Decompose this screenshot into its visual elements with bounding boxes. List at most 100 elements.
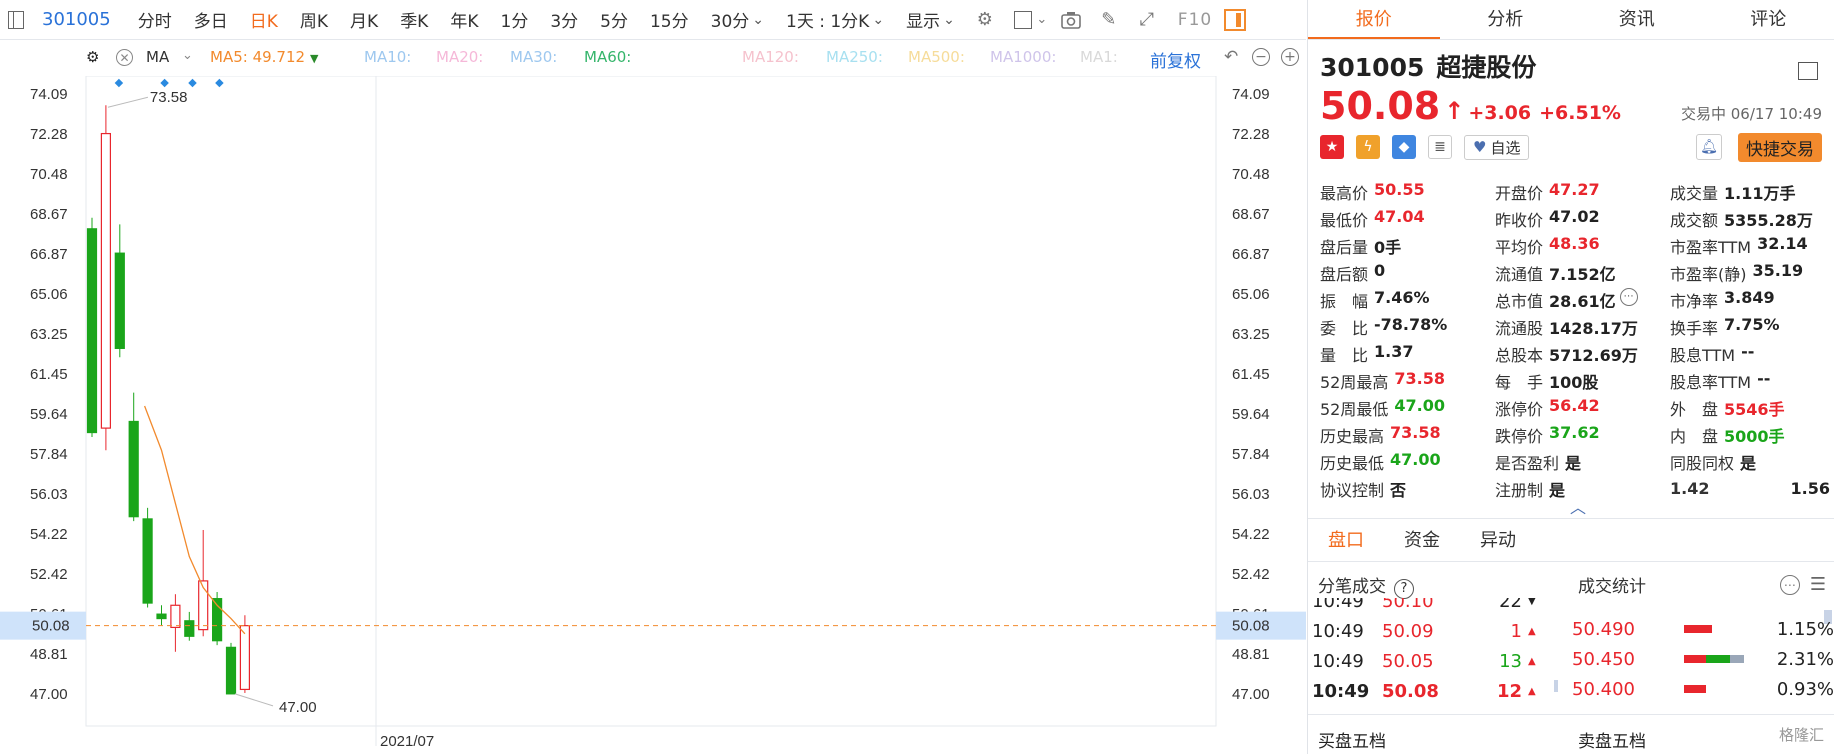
period-dropdown-30min[interactable]: 30分 <box>711 7 764 32</box>
period-tab-1min[interactable]: 1分 <box>501 7 529 32</box>
period-tab-weekly[interactable]: 周K <box>300 7 328 32</box>
settings-icon[interactable]: ⚙ <box>974 9 996 31</box>
stats-actions: ⋯ ☰ <box>1779 574 1826 595</box>
y-tick-label-right: 66.87 <box>1232 246 1270 263</box>
quote-stats-row: 最高价 50.55 开盘价 47.27 成交量 1.11万手 <box>1320 178 1830 205</box>
zoom-in-icon[interactable]: + <box>1281 48 1299 66</box>
period-tab-15min[interactable]: 15分 <box>650 7 689 32</box>
period-tab-multiday[interactable]: 多日 <box>194 7 228 32</box>
add-watchlist-button[interactable]: ♥ 自选 <box>1464 134 1530 160</box>
trade-stats-list[interactable]: 50.490 1.15% 50.450 2.31% 50.400 0.93% 50.390 0… <box>1572 598 1834 710</box>
trade-stat-row: 50.390 0.94% <box>1572 704 1834 711</box>
quote-stat-label: 52周最高 <box>1320 372 1389 392</box>
candle-down <box>142 518 153 604</box>
period-tab-5min[interactable]: 5分 <box>600 7 628 32</box>
quote-stat-value: 100股 <box>1549 372 1599 392</box>
period-tab-intraday[interactable]: 分时 <box>138 7 172 32</box>
more-icon[interactable]: ⋯ <box>1779 574 1800 595</box>
quote-stat-cell: 成交量 1.11万手 <box>1670 180 1830 204</box>
fullscreen-icon[interactable]: ⤢ <box>1136 9 1158 31</box>
tick-row: 10:49 50.10 22 ▼ <box>1312 598 1552 616</box>
low-marker-label: 47.00 <box>279 699 317 716</box>
sidebar-toggle-icon[interactable] <box>8 10 24 29</box>
quote-stat-value: 1.37 <box>1374 341 1414 361</box>
interval-dropdown[interactable]: 1天 : 1分K <box>786 7 884 32</box>
ma250-value: MA250: <box>826 48 883 66</box>
pencil-icon[interactable]: ✎ <box>1098 9 1120 31</box>
quote-stat-cell: 开盘价 47.27 <box>1495 180 1670 204</box>
quote-stat-value: 7.152亿 <box>1549 264 1616 284</box>
quote-stat-value: 7.46% <box>1374 287 1430 307</box>
lightning-icon[interactable]: ϟ <box>1356 135 1380 159</box>
quote-stat-value: 28.61亿 <box>1549 291 1616 311</box>
quote-stat-value: 是 <box>1549 480 1566 500</box>
candle-up <box>170 604 181 629</box>
quick-trade-button[interactable]: 快捷交易 <box>1738 132 1822 162</box>
tag-icon[interactable]: ◆ <box>1392 135 1416 159</box>
zoom-out-icon[interactable]: − <box>1252 48 1270 66</box>
stat-price: 50.400 <box>1572 678 1635 700</box>
indicator-settings-icon[interactable]: ⚙ <box>86 48 99 66</box>
ma-chevron-down-icon[interactable]: ⌄ <box>182 48 193 63</box>
box-select-icon[interactable] <box>1013 10 1032 29</box>
indicator-close-icon[interactable]: ✕ <box>116 49 133 66</box>
tick-volume: 1 <box>1510 620 1522 642</box>
list-icon[interactable]: ☰ <box>1810 574 1826 595</box>
layout-icon[interactable] <box>1798 62 1818 80</box>
tab-news[interactable]: 资讯 <box>1571 0 1703 39</box>
tab-quote[interactable]: 报价 <box>1308 0 1440 39</box>
tab-comments[interactable]: 评论 <box>1703 0 1834 39</box>
tab-movements[interactable]: 异动 <box>1460 519 1536 561</box>
period-tab-monthly[interactable]: 月K <box>350 7 378 32</box>
period-tab-yearly[interactable]: 年K <box>450 7 478 32</box>
alert-bell-icon[interactable]: 🔔︎ <box>1696 134 1722 160</box>
tick-list-scrollbar[interactable] <box>1554 680 1558 692</box>
undo-icon[interactable]: ↶ <box>1224 47 1238 67</box>
chart-toolbar: 301005 分时 多日 日K 周K 月K 季K 年K 1分 3分 5分 15分… <box>0 0 1306 40</box>
stock-code-link[interactable]: 301005 <box>42 9 111 30</box>
china-flag-icon[interactable]: ★ <box>1320 135 1344 159</box>
adjust-mode-button[interactable]: 前复权 <box>1150 47 1201 72</box>
period-tab-daily[interactable]: 日K <box>250 7 278 32</box>
quote-stat-label: 平均价 <box>1495 237 1544 257</box>
event-marker-diamond <box>215 78 224 88</box>
y-tick-label-right: 56.03 <box>1232 486 1270 503</box>
stat-volume-bar <box>1684 655 1754 663</box>
ma-indicator-label[interactable]: MA <box>146 48 169 66</box>
quote-stat-label: 52周最低 <box>1320 399 1389 419</box>
price-change-pct: +6.51% <box>1539 102 1621 124</box>
quote-stat-cell: 每 手 100股 <box>1495 369 1670 393</box>
quote-stat-cell: 委 比 -78.78% <box>1320 315 1495 339</box>
tab-analysis[interactable]: 分析 <box>1440 0 1572 39</box>
quote-stat-label: 流通值 <box>1495 264 1544 284</box>
tab-order-book[interactable]: 盘口 <box>1308 519 1384 561</box>
quote-stat-value: 7.75% <box>1724 314 1780 334</box>
period-tab-3min[interactable]: 3分 <box>550 7 578 32</box>
camera-icon[interactable] <box>1060 9 1082 31</box>
quote-stat-cell: 股息率TTM -- <box>1670 369 1830 393</box>
candlestick-chart[interactable]: 74.09 72.28 70.48 68.67 66.87 65.06 63.25 61.45… <box>0 76 1306 754</box>
y-tick-label-left: 66.87 <box>30 246 68 263</box>
stock-code: 301005 <box>1320 53 1425 82</box>
notes-icon[interactable]: ≣ <box>1428 135 1452 159</box>
collapse-chevron-icon[interactable]: ︿ <box>1570 494 1586 518</box>
tick-volume: 22 <box>1499 598 1522 612</box>
panel-toggle-icon[interactable] <box>1224 8 1247 31</box>
quote-stat-label: 同股同权 <box>1670 453 1735 473</box>
chevron-down-icon[interactable]: ⌄ <box>1036 9 1048 31</box>
y-tick-label-left: 63.25 <box>30 326 68 343</box>
period-tab-quarterly[interactable]: 季K <box>400 7 428 32</box>
display-dropdown[interactable]: 显示 <box>906 7 955 32</box>
quote-stat-value: 73.58 <box>1390 422 1441 442</box>
f10-button[interactable]: F10 <box>1178 10 1212 30</box>
y-tick-label-right: 70.48 <box>1232 166 1270 183</box>
more-icon[interactable]: ⋯ <box>1619 287 1638 306</box>
up-triangle-icon: ▲ <box>1528 685 1536 697</box>
ma5-caret-icon[interactable]: ▼ <box>310 52 318 65</box>
tab-capital[interactable]: 资金 <box>1384 519 1460 561</box>
event-markers[interactable] <box>114 78 224 88</box>
help-icon[interactable]: ? <box>1394 578 1414 599</box>
quote-stat-label: 流通股 <box>1495 318 1544 338</box>
stat-price: 50.390 <box>1572 709 1684 711</box>
tick-list[interactable]: 10:49 50.10 22 ▼ 10:49 50.09 1 ▲ 10:49 50.05 13 ▲ 10… <box>1308 598 1558 710</box>
